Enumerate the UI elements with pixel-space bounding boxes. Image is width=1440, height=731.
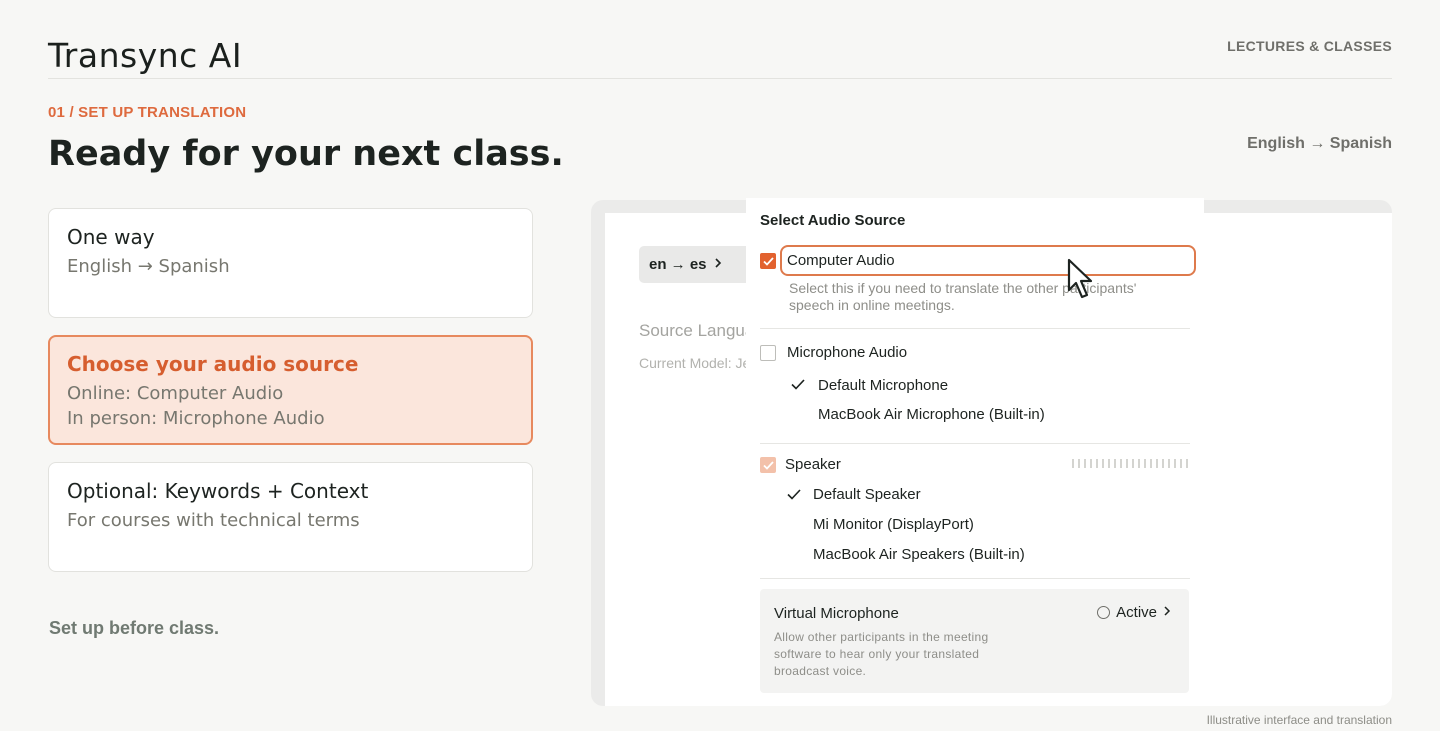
card-audio-source[interactable]: Choose your audio source Online: Compute… (48, 335, 533, 445)
virtual-microphone-status[interactable]: Active (1097, 604, 1171, 621)
mouse-pointer-icon (1066, 258, 1100, 304)
chevron-right-icon (713, 256, 723, 273)
desc-line: Allow other participants in the meeting (774, 630, 989, 644)
microphone-audio-label[interactable]: Microphone Audio (787, 344, 907, 361)
device-option-default-speaker[interactable]: Default Speaker (813, 486, 921, 503)
card-title: One way (67, 225, 155, 249)
card-subtitle: In person: Microphone Audio (67, 408, 325, 429)
checkmark-icon (787, 487, 801, 504)
device-option-macbook-mic[interactable]: MacBook Air Microphone (Built-in) (818, 406, 1045, 423)
divider (760, 443, 1190, 444)
brand-logo: Transync AI (48, 36, 243, 75)
speaker-label[interactable]: Speaker (785, 456, 841, 473)
microphone-audio-checkbox[interactable] (760, 345, 776, 361)
card-one-way[interactable]: One way English → Spanish (48, 208, 533, 318)
panel-title: Select Audio Source (760, 212, 906, 229)
card-subtitle: Online: Computer Audio (67, 383, 284, 404)
source-language-label: Source Language (639, 321, 759, 340)
audio-source-panel: Select Audio Source Computer Audio Selec… (746, 198, 1204, 706)
step-label: 01 / SET UP TRANSLATION (48, 104, 247, 121)
desc-line: software to hear only your translated (774, 647, 980, 661)
card-title: Optional: Keywords + Context (67, 479, 369, 503)
header-divider (48, 78, 1392, 79)
illustrative-caption: Illustrative interface and translation (1206, 713, 1392, 727)
device-option-mi-monitor[interactable]: Mi Monitor (DisplayPort) (813, 516, 974, 533)
chevron-right-icon (1163, 604, 1171, 621)
section-label[interactable]: LECTURES & CLASSES (1227, 38, 1392, 54)
divider (760, 328, 1190, 329)
virtual-microphone-description: Allow other participants in the meeting … (774, 629, 1034, 680)
virtual-microphone-box[interactable]: Virtual Microphone Active Allow other pa… (760, 589, 1189, 693)
page-title: Ready for your next class. (48, 134, 564, 174)
radio-icon (1097, 606, 1111, 619)
computer-audio-label[interactable]: Computer Audio (787, 252, 895, 269)
language-chip-label: en → es (649, 256, 707, 273)
desc-line: broadcast voice. (774, 664, 867, 678)
footer-note: Set up before class. (49, 618, 220, 638)
card-keywords-context[interactable]: Optional: Keywords + Context For courses… (48, 462, 533, 572)
card-subtitle: English → Spanish (67, 256, 230, 277)
status-label: Active (1116, 604, 1157, 621)
computer-audio-checkbox[interactable] (760, 253, 776, 269)
device-option-default-microphone[interactable]: Default Microphone (818, 377, 948, 394)
current-model-label: Current Model: Je (639, 355, 751, 371)
language-chip[interactable]: en → es (639, 246, 757, 283)
card-subtitle: For courses with technical terms (67, 510, 360, 531)
device-option-macbook-speakers[interactable]: MacBook Air Speakers (Built-in) (813, 546, 1025, 563)
virtual-microphone-title: Virtual Microphone (774, 605, 899, 622)
card-title: Choose your audio source (67, 352, 359, 376)
speaker-level-meter (1072, 459, 1188, 468)
checkmark-icon (791, 377, 805, 394)
language-pair: English → Spanish (1247, 135, 1392, 152)
divider (760, 578, 1190, 579)
speaker-checkbox[interactable] (760, 457, 776, 473)
